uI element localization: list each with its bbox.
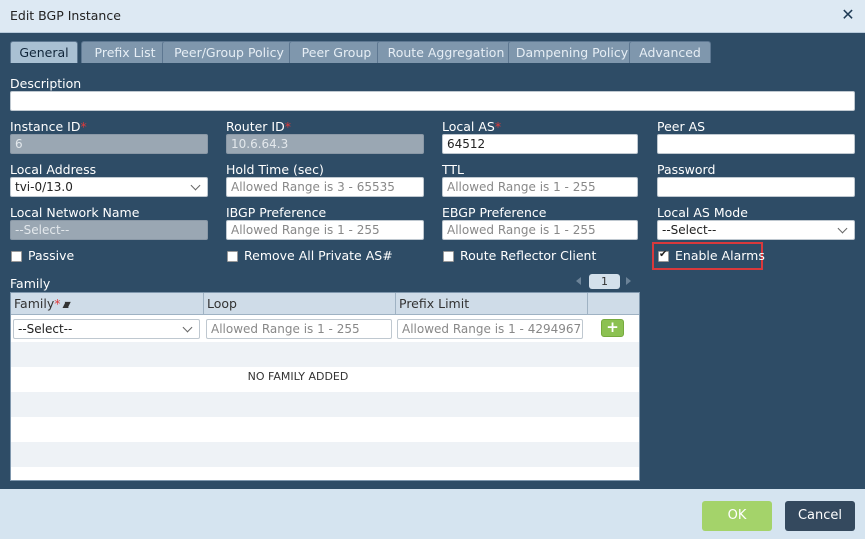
prev-page-icon[interactable] [576, 277, 581, 285]
description-input[interactable] [10, 91, 855, 111]
add-family-button[interactable]: + [601, 319, 624, 337]
family-label: Family [10, 276, 51, 291]
close-icon[interactable]: ✕ [839, 5, 857, 25]
table-row [11, 442, 639, 467]
ibgp-preference-input[interactable]: Allowed Range is 1 - 255 [226, 220, 424, 240]
family-table: Family* ▲▼ Loop Prefix Limit --Select-- A… [10, 292, 640, 481]
router-id-input: 10.6.64.3 [226, 134, 424, 154]
ebgp-preference-label: EBGP Preference [442, 205, 547, 220]
instance-id-input: 6 [10, 134, 208, 154]
tab-dampening-policy[interactable]: Dampening Policy [508, 41, 636, 63]
table-row [11, 417, 639, 442]
family-input-row: --Select-- Allowed Range is 1 - 255 Allo… [11, 316, 639, 341]
next-page-icon[interactable] [626, 277, 631, 285]
enable-alarms-checkbox[interactable] [658, 249, 669, 262]
password-input[interactable] [657, 177, 855, 197]
instance-id-label: Instance ID* [10, 119, 87, 134]
tab-advanced[interactable]: Advanced [629, 41, 711, 63]
remove-private-as-checkbox[interactable] [227, 251, 238, 262]
dialog-titlebar: Edit BGP Instance ✕ [0, 0, 865, 33]
dialog-title: Edit BGP Instance [10, 8, 121, 23]
local-address-select[interactable]: tvi-0/13.0 [10, 177, 208, 197]
sort-icon[interactable]: ▲▼ [62, 294, 71, 315]
cancel-button[interactable]: Cancel [785, 501, 855, 531]
local-network-name-select: --Select-- [10, 220, 208, 240]
passive-label: Passive [28, 248, 75, 263]
description-label: Description [10, 76, 82, 91]
tab-route-aggregation[interactable]: Route Aggregation [377, 41, 515, 63]
edit-bgp-instance-dialog: Edit BGP Instance ✕ General Prefix List … [0, 0, 865, 539]
tab-peer-group-policy[interactable]: Peer/Group Policy [162, 41, 296, 63]
tab-general[interactable]: General [10, 41, 78, 63]
password-label: Password [657, 162, 716, 177]
general-panel: Description Instance ID* 6 Router ID* 10… [0, 63, 865, 489]
column-family[interactable]: Family* ▲▼ [11, 293, 204, 315]
route-reflector-client-checkbox[interactable] [443, 251, 454, 262]
dialog-footer: OK Cancel [0, 489, 865, 539]
peer-as-input[interactable] [657, 134, 855, 154]
local-as-mode-select[interactable]: --Select-- [657, 220, 855, 240]
family-select[interactable]: --Select-- [13, 319, 200, 339]
prefix-limit-input[interactable]: Allowed Range is 1 - 4294967295 [397, 319, 583, 339]
local-network-name-label: Local Network Name [10, 205, 140, 220]
peer-as-label: Peer AS [657, 119, 706, 134]
ibgp-preference-label: IBGP Preference [226, 205, 327, 220]
router-id-label: Router ID* [226, 119, 291, 134]
hold-time-label: Hold Time (sec) [226, 162, 324, 177]
ebgp-preference-input[interactable]: Allowed Range is 1 - 255 [442, 220, 638, 240]
passive-checkbox[interactable] [11, 251, 22, 262]
local-as-label: Local AS* [442, 119, 502, 134]
family-table-header: Family* ▲▼ Loop Prefix Limit [11, 293, 639, 315]
local-address-label: Local Address [10, 162, 97, 177]
enable-alarms-label: Enable Alarms [675, 248, 765, 263]
tab-peer-group[interactable]: Peer Group [289, 41, 384, 63]
tab-prefix-list[interactable]: Prefix List [81, 41, 169, 63]
empty-table-message: NO FAMILY ADDED [247, 370, 349, 383]
ttl-input[interactable]: Allowed Range is 1 - 255 [442, 177, 638, 197]
ok-button[interactable]: OK [702, 501, 772, 531]
local-as-mode-label: Local AS Mode [657, 205, 748, 220]
table-row [11, 342, 639, 367]
ttl-label: TTL [442, 162, 465, 177]
route-reflector-client-label: Route Reflector Client [460, 248, 597, 263]
column-loop: Loop [204, 293, 396, 315]
hold-time-input[interactable]: Allowed Range is 3 - 65535 [226, 177, 424, 197]
local-as-input[interactable]: 64512 [442, 134, 638, 154]
page-number: 1 [589, 274, 620, 289]
table-row [11, 392, 639, 417]
column-prefix-limit: Prefix Limit [396, 293, 588, 315]
remove-private-as-label: Remove All Private AS# [244, 248, 393, 263]
loop-input[interactable]: Allowed Range is 1 - 255 [206, 319, 392, 339]
